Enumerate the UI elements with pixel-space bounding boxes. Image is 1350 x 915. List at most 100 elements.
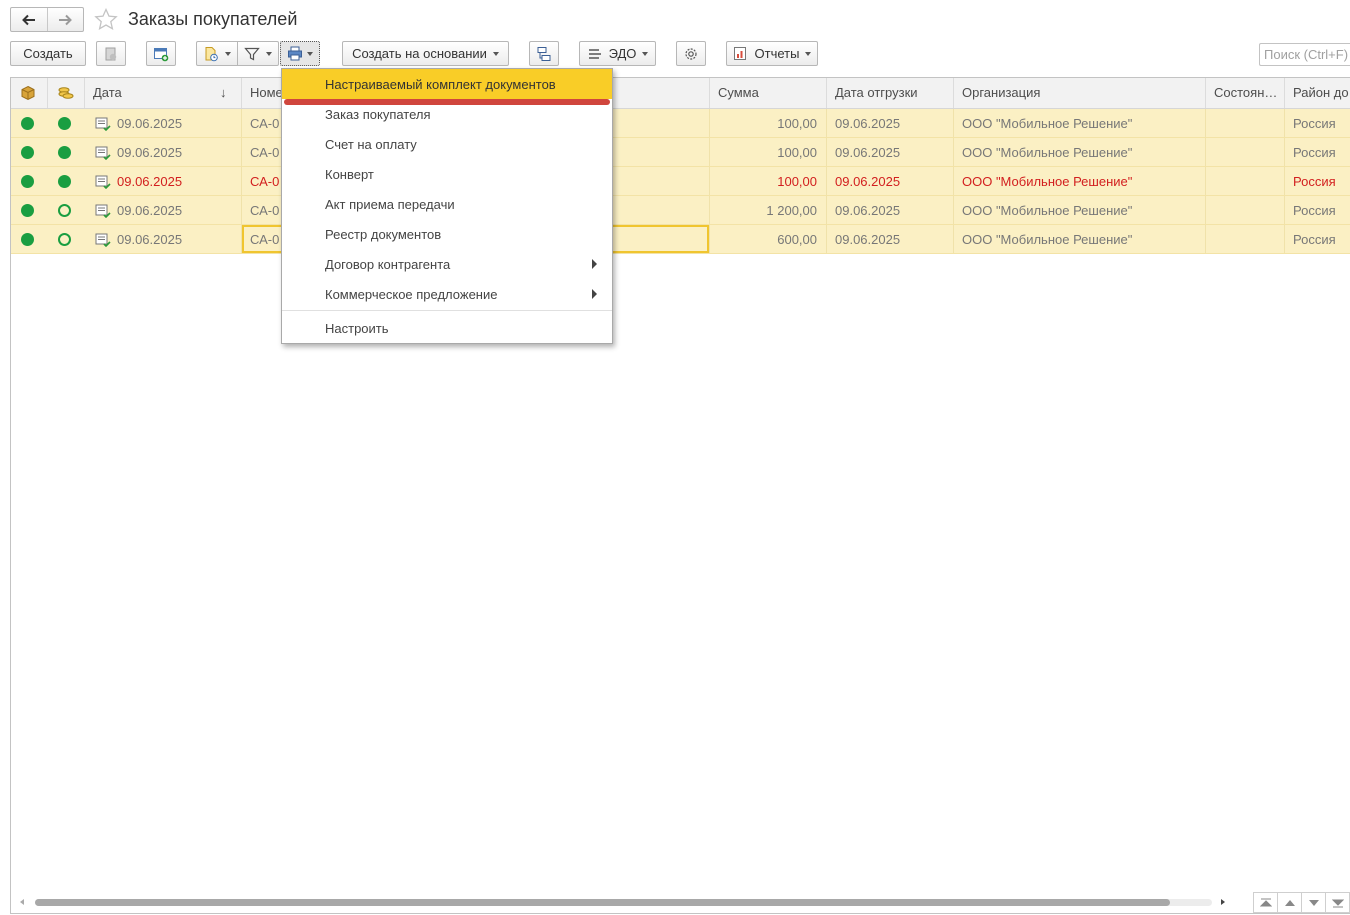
menu-item-print[interactable]: Договор контрагента <box>282 249 612 279</box>
chevron-down-icon <box>642 51 649 56</box>
cell-state <box>1206 109 1285 137</box>
menu-item-settings[interactable]: Настроить <box>282 313 612 343</box>
table-row[interactable]: 09.06.2025 СА-0 1 200,00 09.06.2025 ООО "Моб… <box>11 196 1350 225</box>
scroll-right-icon[interactable] <box>1221 899 1225 905</box>
orders-table: Дата ↓ Номе Сумма Дата отгрузки Организа… <box>10 77 1350 914</box>
filter-button[interactable] <box>237 41 279 66</box>
post-button[interactable] <box>96 41 126 66</box>
add-from-list-button[interactable] <box>146 41 176 66</box>
menu-item-label: Коммерческое предложение <box>325 287 498 302</box>
column-header-ship-date[interactable]: Дата отгрузки <box>827 78 954 108</box>
box-icon <box>21 85 35 101</box>
posted-status-icon <box>21 146 34 159</box>
structure-button[interactable] <box>529 41 559 66</box>
menu-item-label: Акт приема передачи <box>325 197 455 212</box>
chevron-down-icon <box>225 51 231 56</box>
posted-status-icon <box>21 204 34 217</box>
menu-item-print[interactable]: Коммерческое предложение <box>282 279 612 309</box>
cell-sum: 600,00 <box>710 225 827 253</box>
column-header-date[interactable]: Дата ↓ <box>85 78 242 108</box>
document-date-button[interactable] <box>196 41 238 66</box>
payment-status-icon <box>58 175 71 188</box>
cell-sum: 100,00 <box>710 109 827 137</box>
forward-button[interactable] <box>46 8 84 31</box>
cell-region: Россия <box>1285 109 1350 137</box>
next-row-button[interactable] <box>1301 893 1325 912</box>
column-header-sum[interactable]: Сумма <box>710 78 827 108</box>
reports-button[interactable]: Отчеты <box>726 41 818 66</box>
menu-item-print[interactable]: Конверт <box>282 159 612 189</box>
first-row-button[interactable] <box>1254 893 1277 912</box>
annotation-underline <box>284 99 610 105</box>
date-header-label: Дата <box>93 85 122 100</box>
create-button[interactable]: Создать <box>10 41 86 66</box>
navigation-buttons <box>10 7 84 32</box>
print-menu: Настроить Настраиваемый комплект докумен… <box>281 68 613 344</box>
print-button[interactable] <box>280 41 320 66</box>
chevron-down-icon <box>805 51 812 56</box>
column-header-paid[interactable] <box>48 78 85 108</box>
menu-item-print[interactable]: Реестр документов <box>282 219 612 249</box>
sort-indicator: ↓ <box>220 85 227 100</box>
document-posted-icon <box>95 204 111 218</box>
table-header: Дата ↓ Номе Сумма Дата отгрузки Организа… <box>11 78 1350 109</box>
cell-region: Россия <box>1285 138 1350 166</box>
cell-ship-date: 09.06.2025 <box>827 167 954 195</box>
favorite-button[interactable] <box>94 7 118 33</box>
chevron-right-icon <box>592 259 597 269</box>
down-icon <box>1308 899 1319 906</box>
menu-item-print[interactable]: Настраиваемый комплект документов <box>282 69 612 99</box>
row-navigation <box>1253 892 1350 913</box>
menu-item-label: Конверт <box>325 167 374 182</box>
cell-ship-date: 09.06.2025 <box>827 196 954 224</box>
gear-icon <box>685 47 697 60</box>
scroll-left-icon[interactable] <box>20 899 24 905</box>
filter-icon <box>244 47 260 60</box>
document-posted-icon <box>95 175 111 189</box>
last-row-button[interactable] <box>1325 893 1349 912</box>
cell-sum: 1 200,00 <box>710 196 827 224</box>
arrow-right-icon <box>59 14 73 25</box>
menu-item-label: Договор контрагента <box>325 257 451 272</box>
edo-button[interactable]: ЭДО <box>579 41 656 66</box>
menu-item-print[interactable]: Счет на оплату <box>282 129 612 159</box>
cell-sum: 100,00 <box>710 167 827 195</box>
horizontal-scrollbar[interactable] <box>13 893 1233 911</box>
menu-item-print[interactable]: Акт приема передачи <box>282 189 612 219</box>
create-based-on-button[interactable]: Создать на основании <box>342 41 509 66</box>
payment-status-icon <box>58 146 71 159</box>
column-header-region[interactable]: Район до <box>1285 78 1350 108</box>
chevron-down-icon <box>266 51 272 56</box>
post-document-icon <box>105 47 117 60</box>
column-header-state[interactable]: Состоян… <box>1206 78 1285 108</box>
star-icon <box>94 7 118 31</box>
up-icon <box>1284 899 1295 906</box>
cell-org: ООО "Мобильное Решение" <box>954 167 1206 195</box>
settings-button[interactable] <box>676 41 706 66</box>
scrollbar-thumb[interactable] <box>35 899 1170 906</box>
previous-row-button[interactable] <box>1277 893 1301 912</box>
cell-org: ООО "Мобильное Решение" <box>954 138 1206 166</box>
search-input[interactable]: Поиск (Ctrl+F) <box>1259 43 1350 66</box>
table-row[interactable]: 09.06.2025 СА-0 100,00 09.06.2025 ООО "Мобил… <box>11 138 1350 167</box>
table-row[interactable]: 09.06.2025 СА-0 600,00 09.06.2025 ООО "Мобил… <box>11 225 1350 254</box>
column-header-organization[interactable]: Организация <box>954 78 1206 108</box>
chevron-down-icon <box>492 51 499 56</box>
edo-icon <box>588 48 601 59</box>
document-clock-icon <box>205 46 218 61</box>
table-row[interactable]: 09.06.2025 СА-0 100,00 09.06.2025 ООО "Мобил… <box>11 109 1350 138</box>
cell-sum: 100,00 <box>710 138 827 166</box>
document-posted-icon <box>95 146 111 160</box>
cell-state <box>1206 167 1285 195</box>
cell-region: Россия <box>1285 167 1350 195</box>
arrow-left-icon <box>21 14 35 25</box>
cell-state <box>1206 196 1285 224</box>
cell-ship-date: 09.06.2025 <box>827 225 954 253</box>
column-header-posted[interactable] <box>11 78 48 108</box>
hierarchy-icon <box>537 46 551 61</box>
cell-region: Россия <box>1285 225 1350 253</box>
table-row[interactable]: 09.06.2025 СА-0 100,00 09.06.2025 ООО "Мобил… <box>11 167 1350 196</box>
back-button[interactable] <box>11 8 47 31</box>
posted-status-icon <box>21 175 34 188</box>
payment-status-icon <box>58 233 71 246</box>
